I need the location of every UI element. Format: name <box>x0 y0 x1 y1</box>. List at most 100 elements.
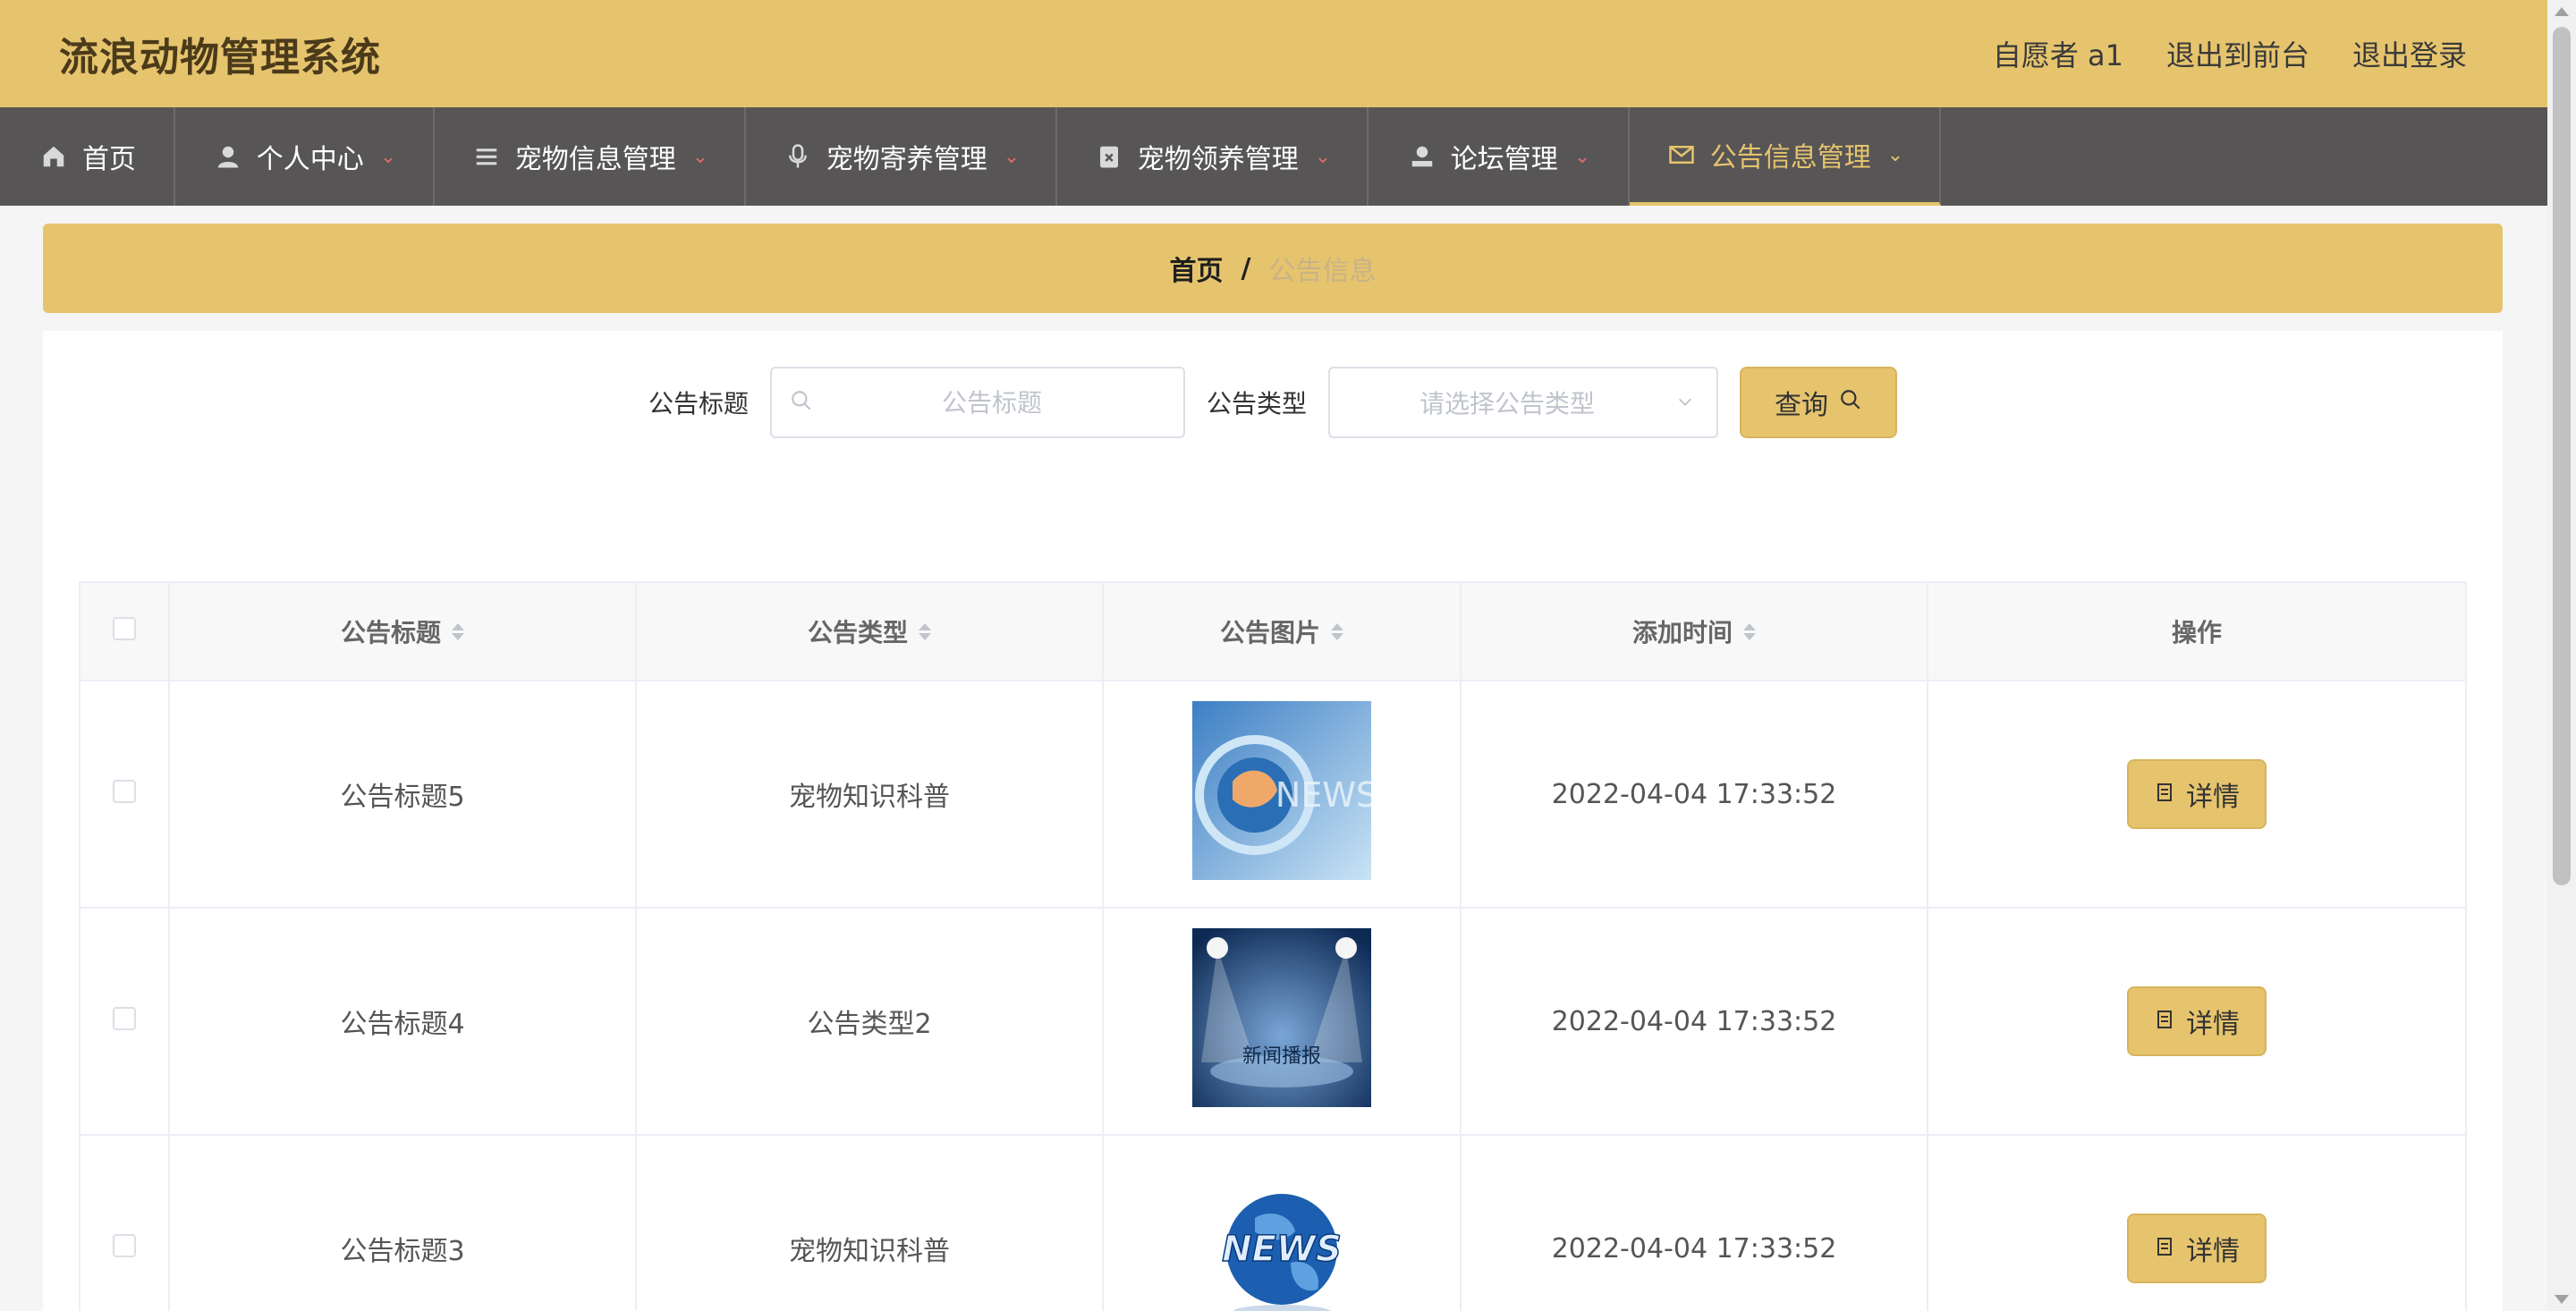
column-header-title[interactable]: 公告标题 <box>168 581 637 681</box>
breadcrumb: 首页 / 公告信息 <box>43 224 2503 313</box>
home-icon <box>38 140 70 173</box>
select-all-checkbox[interactable] <box>113 616 136 640</box>
nav-item-personal-center[interactable]: 个人中心 ⌄ <box>175 107 435 206</box>
row-select-cell <box>79 680 170 909</box>
table-row: 公告标题4 公告类型2 新闻播报 2022-04-04 17:33:52 详情 <box>79 907 2467 1136</box>
type-cell: 宠物知识科普 <box>635 1134 1104 1311</box>
title-search-field[interactable] <box>770 367 1185 438</box>
exit-to-front-link[interactable]: 退出到前台 <box>2166 33 2309 74</box>
scrollbar-thumb[interactable] <box>2553 27 2571 885</box>
column-header-label: 公告类型 <box>807 618 908 647</box>
column-header-type[interactable]: 公告类型 <box>635 581 1104 681</box>
image-cell: 新闻播报 <box>1102 907 1462 1136</box>
nav-item-label: 个人中心 <box>256 144 364 175</box>
column-header-label: 公告图片 <box>1219 618 1320 647</box>
type-select-placeholder: 请选择公告类型 <box>1419 389 1596 419</box>
column-header-label: 公告标题 <box>340 618 441 647</box>
sort-icon[interactable] <box>452 622 464 640</box>
breadcrumb-current: 公告信息 <box>1268 256 1377 287</box>
title-cell: 公告标题5 <box>168 680 637 909</box>
action-cell: 详情 <box>1927 907 2467 1136</box>
title-filter-label: 公告标题 <box>648 389 749 419</box>
app-title: 流浪动物管理系统 <box>59 35 381 80</box>
top-actions: 自愿者 a1 退出到前台 退出登录 <box>1993 33 2467 74</box>
time-cell: 2022-04-04 17:33:52 <box>1460 680 1928 909</box>
time-cell: 2022-04-04 17:33:52 <box>1460 1134 1928 1311</box>
scroll-up-arrow[interactable] <box>2555 7 2569 16</box>
query-button[interactable]: 查询 <box>1740 367 1898 438</box>
row-select-cell <box>79 1134 170 1311</box>
scroll-down-arrow[interactable] <box>2555 1295 2569 1304</box>
type-select[interactable]: 请选择公告类型 <box>1328 367 1719 438</box>
announcement-table: 公告标题 公告类型 公告图片 添加时间 操作 公告标题5 宠物知识科普 NEWS… <box>79 581 2467 1311</box>
chevron-down-icon: ⌄ <box>1886 143 1904 166</box>
chevron-down-icon: ⌄ <box>379 145 397 168</box>
image-cell: NEWS <box>1102 680 1462 909</box>
column-header-time[interactable]: 添加时间 <box>1460 581 1928 681</box>
detail-button[interactable]: 详情 <box>2127 1214 2267 1283</box>
title-cell: 公告标题4 <box>168 907 637 1136</box>
column-header-label: 添加时间 <box>1631 618 1733 647</box>
nav-item-label: 首页 <box>82 144 136 175</box>
title-search-input[interactable] <box>831 387 1153 418</box>
title-cell: 公告标题3 <box>168 1134 637 1311</box>
nav-item-label: 宠物寄养管理 <box>826 144 987 175</box>
nav-item-announcement[interactable]: 公告信息管理 ⌄ <box>1630 107 1941 206</box>
logout-link[interactable]: 退出登录 <box>2352 33 2467 74</box>
nav-item-label: 宠物信息管理 <box>514 144 676 175</box>
detail-button-label: 详情 <box>2186 782 2240 813</box>
search-icon <box>1839 387 1862 419</box>
column-header-image[interactable]: 公告图片 <box>1102 581 1462 681</box>
row-checkbox[interactable] <box>113 1006 136 1030</box>
nav-item-pet-info[interactable]: 宠物信息管理 ⌄ <box>435 107 746 206</box>
nav-item-pet-adoption[interactable]: 宠物领养管理 ⌄ <box>1057 107 1368 206</box>
row-select-cell <box>79 907 170 1136</box>
row-checkbox[interactable] <box>113 779 136 803</box>
detail-button[interactable]: 详情 <box>2127 986 2267 1056</box>
breadcrumb-home[interactable]: 首页 <box>1170 249 1224 288</box>
news-globe-thumbnail[interactable]: NEWS <box>1192 701 1371 880</box>
svg-text:新闻播报: 新闻播报 <box>1242 1045 1321 1068</box>
page-scrollbar[interactable] <box>2547 0 2576 1311</box>
svg-text:NEWS: NEWS <box>1275 775 1371 815</box>
microphone-icon <box>782 140 814 173</box>
nav-item-forum[interactable]: 论坛管理 ⌄ <box>1368 107 1630 206</box>
detail-button-label: 详情 <box>2186 1009 2240 1040</box>
sort-icon[interactable] <box>1743 622 1756 640</box>
clipboard-icon <box>1093 140 1125 173</box>
list-icon <box>470 140 503 173</box>
action-cell: 详情 <box>1927 680 2467 909</box>
mail-icon <box>1665 139 1698 171</box>
type-cell: 宠物知识科普 <box>635 680 1104 909</box>
table-header-row: 公告标题 公告类型 公告图片 添加时间 操作 <box>79 581 2467 681</box>
row-checkbox[interactable] <box>113 1233 136 1257</box>
nav-item-label: 论坛管理 <box>1450 144 1558 175</box>
nav-item-pet-foster[interactable]: 宠物寄养管理 ⌄ <box>746 107 1057 206</box>
chevron-down-icon <box>1675 388 1695 418</box>
chevron-down-icon: ⌄ <box>1003 145 1021 168</box>
chevron-down-icon: ⌄ <box>691 145 709 168</box>
news-earth-thumbnail[interactable]: NEWS <box>1192 1155 1371 1311</box>
detail-button-label: 详情 <box>2186 1236 2240 1267</box>
user-group-icon <box>1406 140 1438 173</box>
sort-icon[interactable] <box>919 622 931 640</box>
search-icon <box>790 389 813 416</box>
chevron-down-icon: ⌄ <box>1314 145 1332 168</box>
top-header: 流浪动物管理系统 自愿者 a1 退出到前台 退出登录 <box>0 0 2547 107</box>
current-user: 自愿者 a1 <box>1992 38 2123 72</box>
time-cell: 2022-04-04 17:33:52 <box>1460 907 1928 1136</box>
news-stage-thumbnail[interactable]: 新闻播报 <box>1192 928 1371 1107</box>
search-bar: 公告标题 公告类型 请选择公告类型 查询 <box>43 367 2503 438</box>
image-cell: NEWS <box>1102 1134 1462 1311</box>
action-cell: 详情 <box>1927 1134 2467 1311</box>
main-nav: 首页 个人中心 ⌄ 宠物信息管理 ⌄ 宠物寄养管理 ⌄ 宠物领养管理 ⌄ 论坛管… <box>0 107 2547 206</box>
table-row: 公告标题3 宠物知识科普 NEWS 2022-04-04 17:33:52 详情 <box>79 1134 2467 1311</box>
nav-item-home[interactable]: 首页 <box>0 107 175 206</box>
detail-button[interactable]: 详情 <box>2127 759 2267 829</box>
svg-text:NEWS: NEWS <box>1222 1229 1342 1270</box>
sort-icon[interactable] <box>1331 622 1343 640</box>
nav-item-label: 公告信息管理 <box>1709 142 1871 173</box>
query-button-label: 查询 <box>1775 390 1829 421</box>
table-row: 公告标题5 宠物知识科普 NEWS 2022-04-04 17:33:52 详情 <box>79 680 2467 909</box>
type-cell: 公告类型2 <box>635 907 1104 1136</box>
